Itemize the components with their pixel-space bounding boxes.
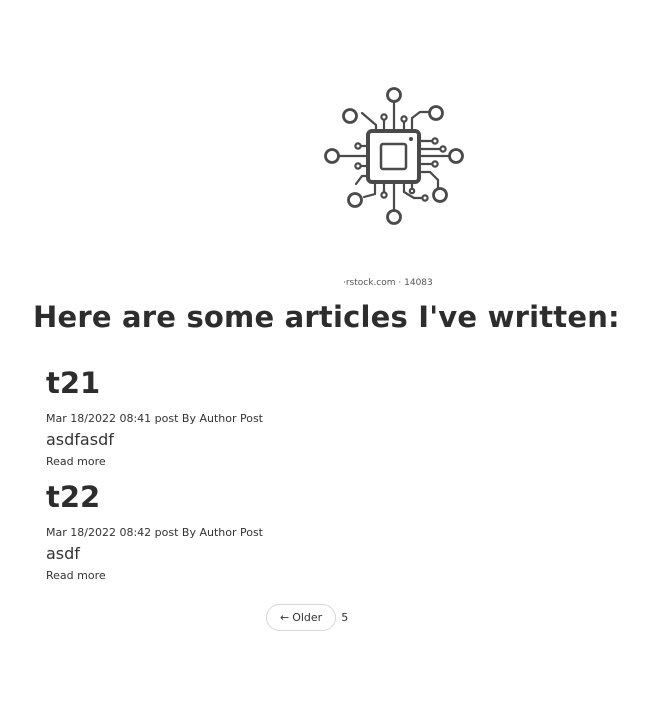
arrow-left-icon: ← [280,611,290,624]
image-watermark: ·rstock.com · 14083 [343,278,433,288]
read-more-link[interactable]: Read more [46,455,106,469]
pagination: ← Older 5 [266,604,348,631]
circuit-chip-icon [324,87,464,225]
article-meta: Mar 18/2022 08:42 post By Author Post [46,526,263,539]
page-number: 5 [341,611,349,624]
article-excerpt: asdfasdf [46,430,114,449]
older-label: Older [292,611,323,624]
older-posts-button[interactable]: ← Older [266,604,337,631]
article-item: t21 Mar 18/2022 08:41 post By Author Pos… [46,366,263,469]
article-meta: Mar 18/2022 08:41 post By Author Post [46,412,263,425]
article-excerpt: asdf [46,544,80,563]
article-title[interactable]: t21 [46,366,263,400]
hero-image [300,80,490,292]
page-heading: Here are some articles I've written: [33,300,620,334]
article-item: t22 Mar 18/2022 08:42 post By Author Pos… [46,480,263,583]
read-more-link[interactable]: Read more [46,569,106,583]
article-title[interactable]: t22 [46,480,263,514]
